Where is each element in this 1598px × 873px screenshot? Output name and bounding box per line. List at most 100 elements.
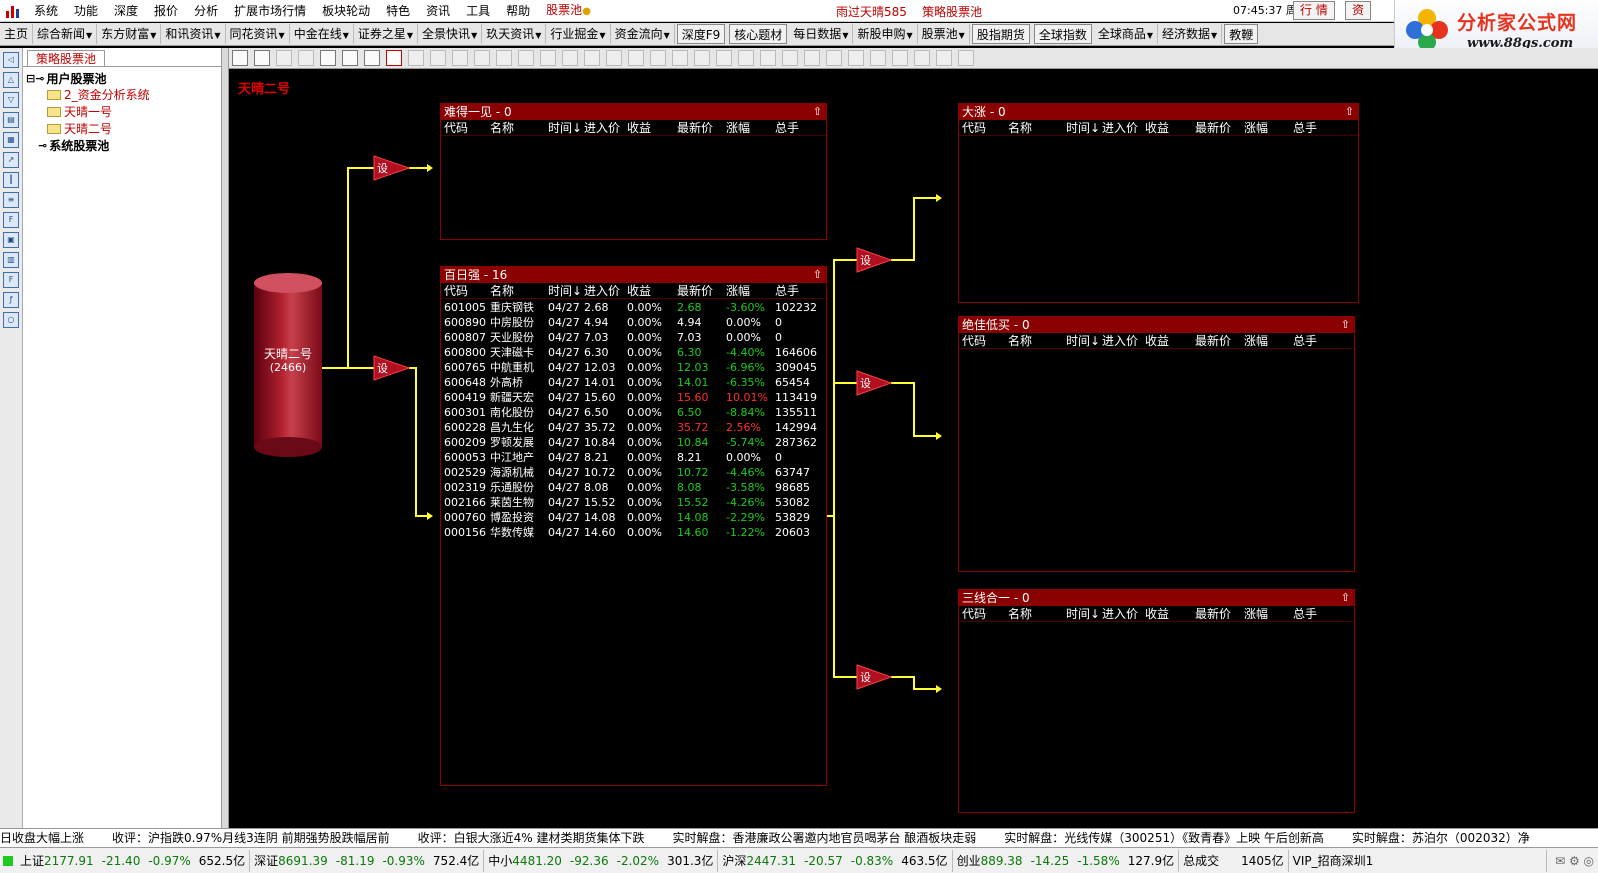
set-node-2[interactable]: 设 [373, 355, 411, 381]
index-2[interactable]: 中小4481.20 -92.36 -2.02% 301.3亿 [484, 849, 719, 872]
space-h-icon[interactable] [958, 50, 974, 66]
column-2[interactable]: 时间↓ [1066, 606, 1102, 621]
toolbar-item-3[interactable]: 和讯资讯 [161, 24, 226, 44]
table-row[interactable]: 002529 海源机械 04/27 10.72 0.00% 10.72 -4.46% 6374… [441, 465, 826, 480]
cut-icon[interactable] [540, 50, 556, 66]
shape-circle-icon[interactable] [408, 50, 424, 66]
index-4[interactable]: 创业889.38 -14.25 -1.58% 127.9亿 [953, 849, 1180, 872]
arrow-tool-icon[interactable] [474, 50, 490, 66]
f12-icon[interactable]: F [3, 272, 19, 288]
ticker-item[interactable]: 收评：沪指跌0.97%月线3连阴 前期强势股跌幅居前 [112, 831, 390, 845]
panel-splitter[interactable] [222, 48, 229, 828]
panel-dazhang[interactable]: 大涨 - 0 ⇧ 代码 名称 时间↓ 进入价 收益 最新价 涨幅 总手 [958, 103, 1359, 303]
table-row[interactable]: 600053 中江地产 04/27 8.21 0.00% 8.21 0.00% 0 [441, 450, 826, 465]
column-4[interactable]: 收益 [1145, 333, 1195, 348]
toolbar-item-5[interactable]: 中金在线 [290, 24, 354, 44]
column-5[interactable]: 最新价 [677, 120, 726, 135]
column-5[interactable]: 最新价 [1195, 333, 1244, 348]
stop-icon[interactable] [364, 50, 380, 66]
source-cylinder[interactable]: 天晴二号 (2466) [254, 273, 322, 457]
collapse-arrow-icon[interactable]: ⇧ [813, 104, 822, 120]
column-0[interactable]: 代码 [441, 120, 490, 135]
pointer-icon[interactable] [386, 50, 402, 66]
panel-juejiadimai[interactable]: 绝佳低买 - 0 ⇧ 代码 名称 时间↓ 进入价 收益 最新价 涨幅 总手 [958, 316, 1355, 572]
table-row[interactable]: 600301 南化股份 04/27 6.50 0.00% 6.50 -8.84% 135511 [441, 405, 826, 420]
column-7[interactable]: 总手 [775, 283, 825, 298]
toolbar-item-1[interactable]: 综合新闻 [33, 24, 98, 44]
table-row[interactable]: 600419 新疆天宏 04/27 15.60 0.00% 15.60 10.01% 1134… [441, 390, 826, 405]
db-tool-icon[interactable] [672, 50, 688, 66]
notes-icon[interactable]: ▥ [3, 252, 19, 268]
toolbar-item-4[interactable]: 同花资讯 [226, 24, 290, 44]
pause-icon[interactable] [342, 50, 358, 66]
table-row[interactable]: 601005 重庆钢铁 04/27 2.68 0.00% 2.68 -3.60% 102232 [441, 300, 826, 315]
panel-bairiqiang[interactable]: 百日强 - 16 ⇧ 代码 名称 时间↓ 进入价 收益 最新价 涨幅 总手 601005 重庆钢铁 04… [440, 266, 827, 786]
table-row[interactable]: 600807 天业股份 04/27 7.03 0.00% 7.03 0.00% 0 [441, 330, 826, 345]
news-icon[interactable]: ▣ [3, 232, 19, 248]
play-icon[interactable] [320, 50, 336, 66]
set-node-4[interactable]: 设 [856, 370, 893, 396]
shape-rect-icon[interactable] [430, 50, 446, 66]
f10-icon[interactable]: F [3, 212, 19, 228]
ellipse-tool-icon[interactable] [606, 50, 622, 66]
toolbar-item-8[interactable]: 玖天资讯 [482, 24, 547, 44]
toolbar-item-16[interactable]: 股指期货 [971, 24, 1030, 44]
set-node-5[interactable]: 设 [856, 664, 893, 690]
ticker-item[interactable]: 实时解盘：香港廉政公署邀内地官员喝茅台 酿酒板块走弱 [672, 831, 976, 845]
roundrect-tool-icon[interactable] [628, 50, 644, 66]
column-6[interactable]: 涨幅 [1244, 120, 1293, 135]
align-top-icon[interactable] [826, 50, 842, 66]
text-tool-icon[interactable] [518, 50, 534, 66]
index-0[interactable]: 上证2177.91 -21.40 -0.97% 652.5亿 [16, 849, 251, 872]
column-5[interactable]: 最新价 [677, 283, 726, 298]
column-3[interactable]: 进入价 [1102, 333, 1145, 348]
column-1[interactable]: 名称 [1008, 333, 1066, 348]
align-left-icon[interactable] [760, 50, 776, 66]
toolbar-item-20[interactable]: 教鞭 [1224, 24, 1259, 44]
tree-system-pool[interactable]: ⊸ 系统股票池 [38, 137, 109, 154]
table-row[interactable]: 002166 莱茵生物 04/27 15.52 0.00% 15.52 -4.26% 5308… [441, 495, 826, 510]
collapse-arrow-icon[interactable]: ⇧ [1341, 317, 1350, 333]
menu-item-0[interactable]: 系统 [26, 0, 66, 22]
column-1[interactable]: 名称 [1008, 120, 1066, 135]
menu-item-1[interactable]: 功能 [66, 0, 106, 22]
index-3[interactable]: 沪深2447.31 -20.57 -0.83% 463.5亿 [718, 849, 953, 872]
search-icon[interactable]: ○ [3, 312, 19, 328]
column-4[interactable]: 收益 [627, 283, 677, 298]
toolbar-item-11[interactable]: 深度F9 [676, 24, 726, 44]
toolbar-item-13[interactable]: 每日数据 [789, 24, 854, 44]
ticker-item[interactable]: 收评：白银大涨近4% 建材类期货集体下跌 [418, 831, 645, 845]
tree-item-1[interactable]: 天晴一号 [47, 103, 112, 120]
align-bottom-icon[interactable] [870, 50, 886, 66]
column-7[interactable]: 总手 [1293, 333, 1343, 348]
column-1[interactable]: 名称 [490, 120, 548, 135]
open-icon[interactable] [254, 50, 270, 66]
menu-item-5[interactable]: 扩展市场行情 [226, 0, 314, 22]
trash-icon[interactable] [694, 50, 710, 66]
toolbar-item-10[interactable]: 资金流向 [611, 24, 675, 44]
menu-item-4[interactable]: 分析 [186, 0, 226, 22]
column-4[interactable]: 收益 [1145, 606, 1195, 621]
menu-item-3[interactable]: 报价 [146, 0, 186, 22]
panel-sanxianheyi[interactable]: 三线合一 - 0 ⇧ 代码 名称 时间↓ 进入价 收益 最新价 涨幅 总手 [958, 589, 1355, 813]
menu-stock-pool[interactable]: 股票池● [538, 0, 599, 23]
line-chart-icon[interactable]: ↗ [3, 152, 19, 168]
column-3[interactable]: 进入价 [584, 120, 627, 135]
same-height-icon[interactable] [914, 50, 930, 66]
column-6[interactable]: 涨幅 [1244, 606, 1293, 621]
toolbar-item-7[interactable]: 全景快讯 [418, 24, 483, 44]
bar-icon[interactable] [738, 50, 754, 66]
align-right-icon[interactable] [804, 50, 820, 66]
menu-item-2[interactable]: 深度 [106, 0, 146, 22]
panel-nandeyijian[interactable]: 难得一见 - 0 ⇧ 代码 名称 时间↓ 进入价 收益 最新价 涨幅 总手 [440, 103, 827, 240]
table-row[interactable]: 002319 乐通股份 04/27 8.08 0.00% 8.08 -3.58% 98685 [441, 480, 826, 495]
toolbar-item-15[interactable]: 股票池 [918, 24, 970, 44]
ticker-item[interactable]: 日收盘大幅上涨 [0, 831, 84, 845]
column-7[interactable]: 总手 [1293, 120, 1343, 135]
column-6[interactable]: 涨幅 [1244, 333, 1293, 348]
quote-button[interactable]: 行 情 [1293, 1, 1335, 20]
column-5[interactable]: 最新价 [1195, 606, 1244, 621]
collapse-arrow-icon[interactable]: ⇧ [813, 267, 822, 283]
table-row[interactable]: 600648 外高桥 04/27 14.01 0.00% 14.01 -6.35% 65454 [441, 375, 826, 390]
table-row[interactable]: 000156 华数传媒 04/27 14.60 0.00% 14.60 -1.22% 2060… [441, 525, 826, 540]
